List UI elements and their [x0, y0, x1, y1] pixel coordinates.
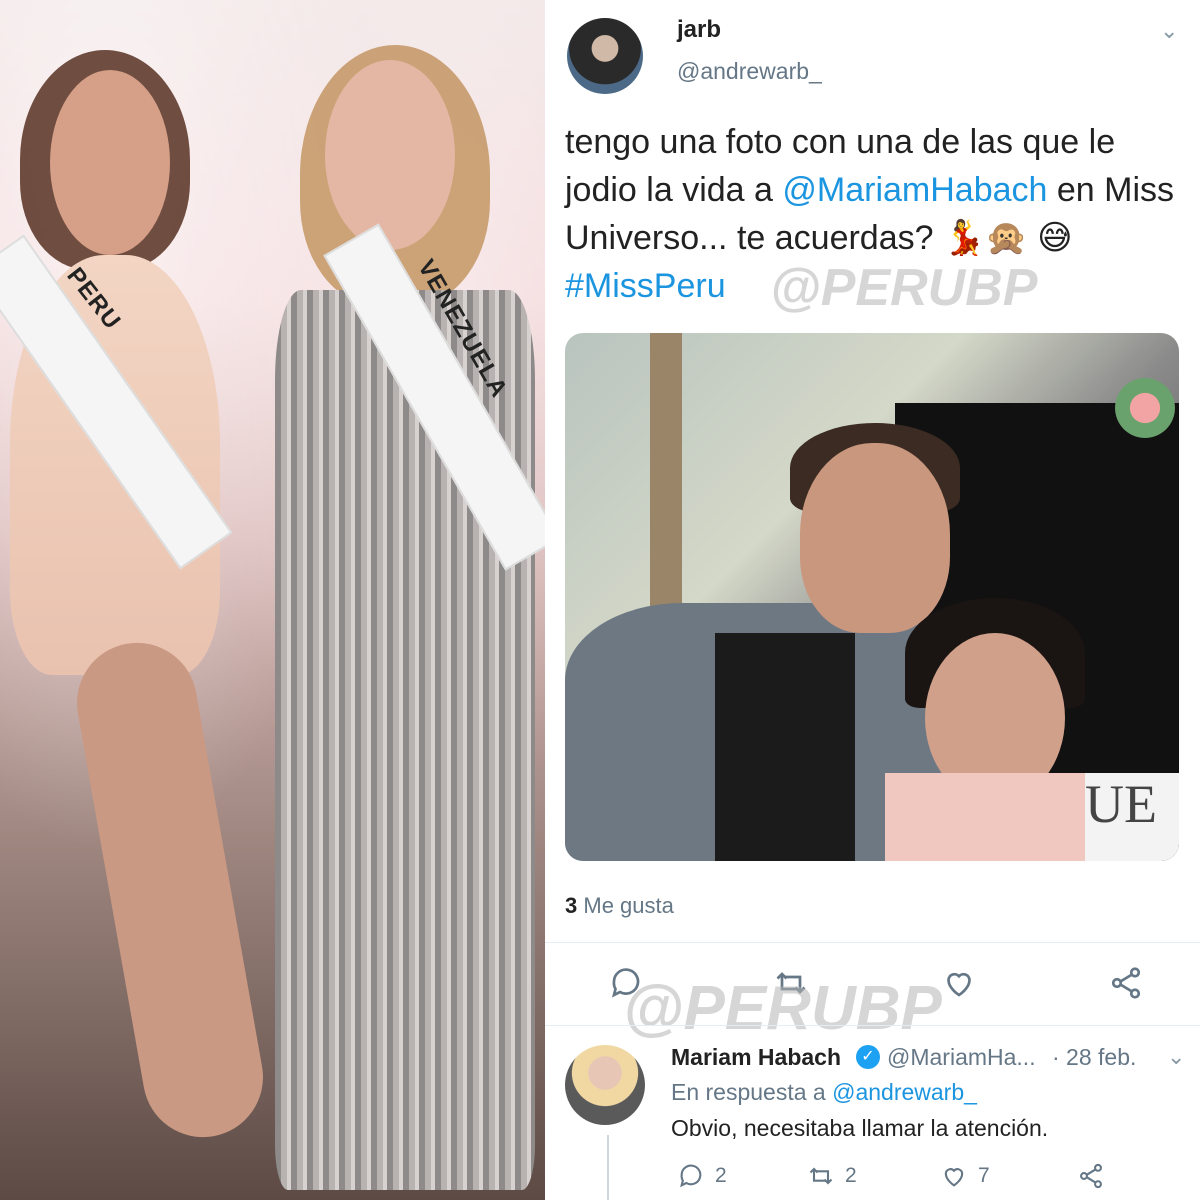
mention-link[interactable]: @MariamHabach: [782, 171, 1047, 209]
in-reply-to: En respuesta a @andrewarb_: [671, 1079, 977, 1105]
author-avatar[interactable]: [567, 18, 643, 94]
like-icon: [944, 1168, 964, 1187]
retweet-icon: [809, 1167, 833, 1185]
reply-text: Obvio, necesitaba llamar la atención.: [671, 1115, 1049, 1141]
retweet-count: 2: [845, 1164, 857, 1187]
tweet-panel: jarb @andrewarb_ ⌄ tengo una foto con un…: [545, 0, 1200, 1200]
peru-contestant-face: [50, 70, 170, 255]
chevron-down-icon[interactable]: ⌄: [1167, 1044, 1185, 1070]
photo-window-frame: [650, 333, 682, 623]
verified-badge-icon: ✓: [856, 1045, 880, 1069]
watermark: @PERUBP: [623, 974, 942, 1043]
like-icon[interactable]: [941, 965, 977, 1001]
reply-to-mention[interactable]: @andrewarb_: [832, 1079, 977, 1105]
reply-icon: [680, 1164, 702, 1188]
author-handle[interactable]: @andrewarb_: [677, 58, 822, 85]
venezuela-contestant-dress: [275, 290, 535, 1190]
reply-like-button[interactable]: 7: [940, 1160, 990, 1192]
reply-share-button[interactable]: [1077, 1160, 1105, 1192]
divider: [545, 1025, 1200, 1026]
pageant-photo: PERU VENEZUELA: [0, 0, 545, 1200]
author-name[interactable]: jarb: [677, 16, 721, 44]
reply-avatar[interactable]: [565, 1045, 645, 1125]
share-icon: [1080, 1163, 1102, 1189]
venezuela-contestant-face: [325, 60, 455, 250]
reply-reply-button[interactable]: 2: [677, 1160, 727, 1192]
watermark: @PERUBP: [770, 259, 1038, 317]
photo-man-shirt: [715, 633, 855, 861]
hashtag-link[interactable]: #MissPeru: [565, 267, 726, 305]
photo-sign-text: UE: [1085, 773, 1179, 861]
reply-date[interactable]: · 28 feb.: [1052, 1044, 1136, 1071]
reply-count: 2: [715, 1164, 727, 1187]
divider: [545, 942, 1200, 943]
tweet-photo[interactable]: UE: [565, 333, 1179, 861]
share-icon[interactable]: [1108, 965, 1144, 1001]
likes-count[interactable]: 3 Me gusta: [565, 893, 674, 919]
reply-author-name[interactable]: Mariam Habach: [671, 1044, 841, 1071]
like-count: 7: [978, 1164, 990, 1187]
thread-line: [607, 1135, 609, 1200]
reply-retweet-button[interactable]: 2: [807, 1160, 857, 1192]
photo-man-face: [800, 443, 950, 633]
photo-flower-decal: [1110, 373, 1179, 443]
chevron-down-icon[interactable]: ⌄: [1160, 20, 1182, 42]
reply-author-handle[interactable]: @MariamHa...: [887, 1044, 1036, 1071]
